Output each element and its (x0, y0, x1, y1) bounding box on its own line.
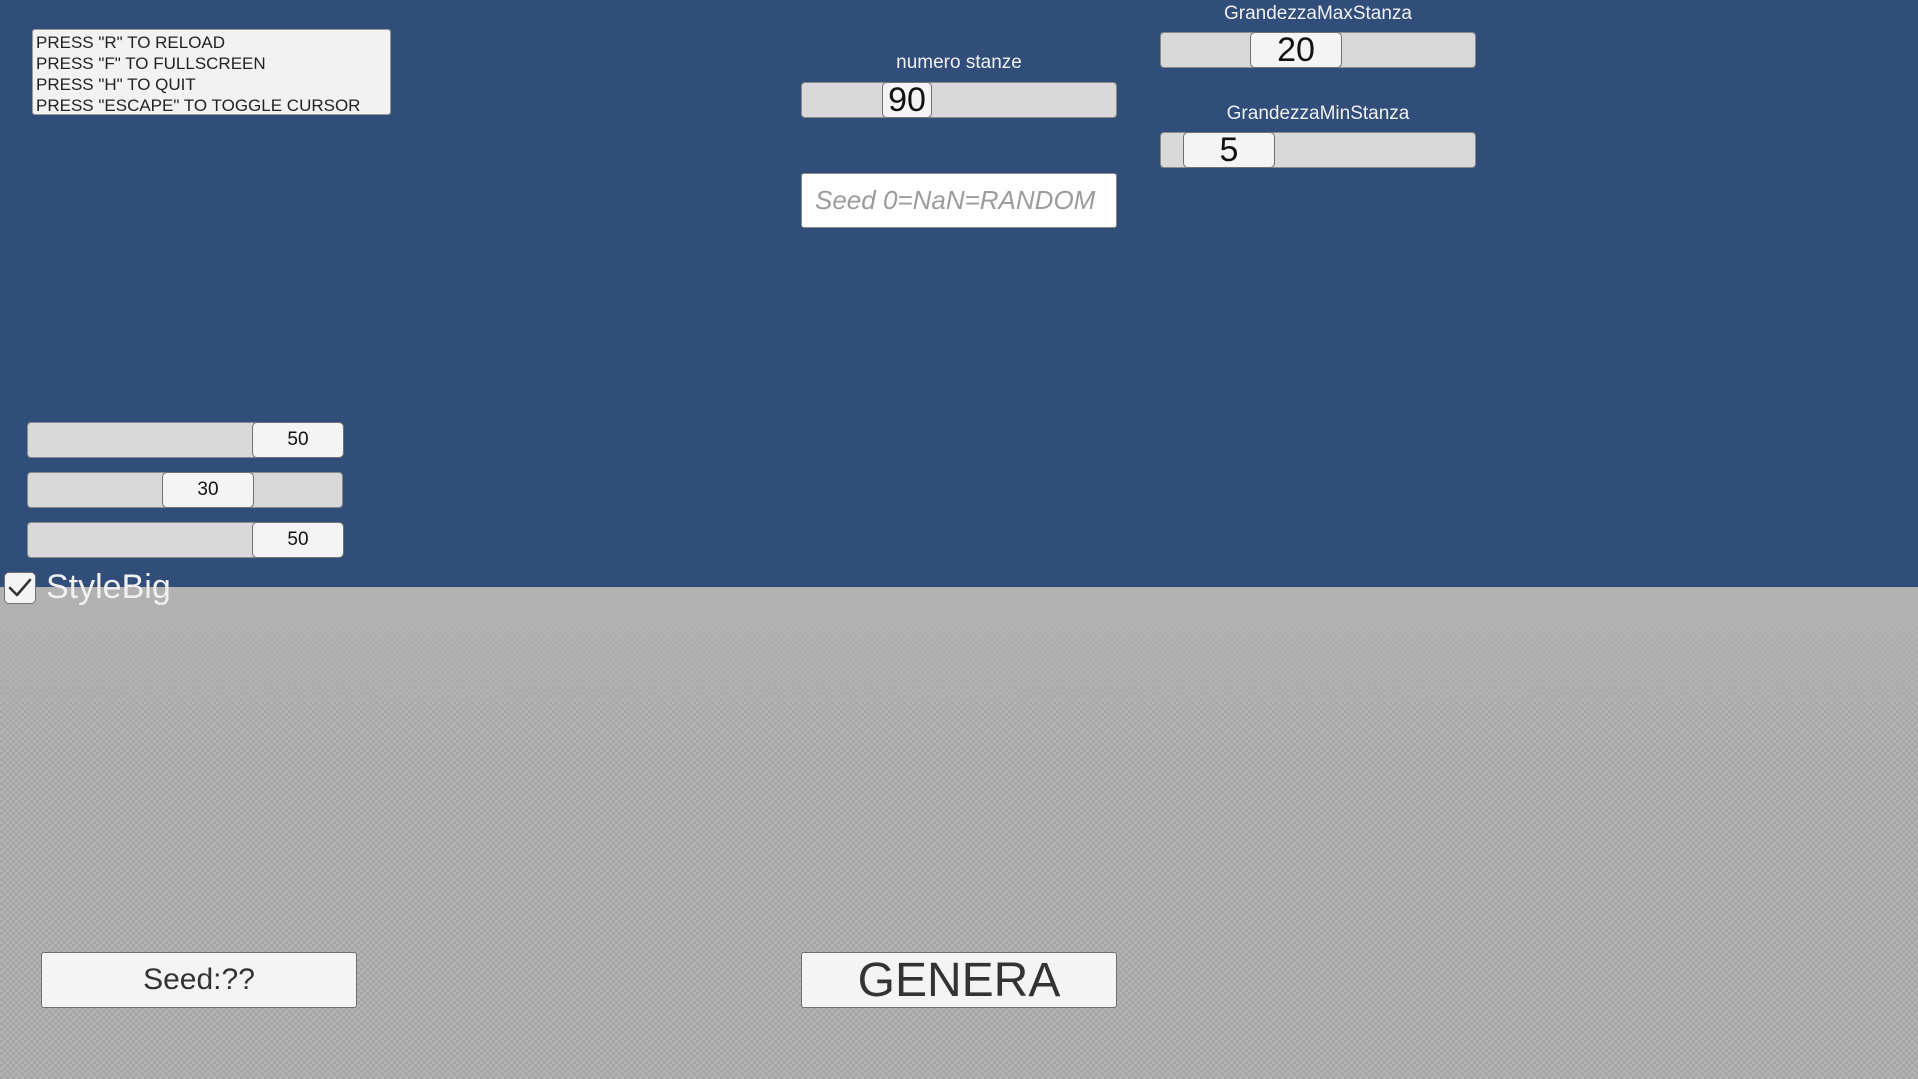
grandezza-min-slider[interactable]: 5 (1160, 131, 1476, 169)
help-line-fullscreen: PRESS "F" TO FULLSCREEN (36, 54, 266, 73)
style-big-checkbox[interactable] (4, 571, 36, 604)
grandezza-max-thumb[interactable]: 20 (1250, 31, 1342, 69)
help-line-cursor: PRESS "ESCAPE" TO TOGGLE CURSOR (36, 96, 361, 115)
checkmark-icon (8, 578, 32, 596)
left-slider-1-thumb[interactable]: 50 (252, 422, 344, 458)
left-slider-2[interactable]: 30 (27, 472, 343, 508)
grandezza-max-label: GrandezzaMaxStanza (1224, 3, 1412, 24)
left-slider-1[interactable]: 50 (27, 422, 344, 458)
grandezza-min-thumb[interactable]: 5 (1183, 131, 1275, 169)
left-slider-3[interactable]: 50 (27, 522, 344, 558)
left-slider-2-thumb[interactable]: 30 (162, 472, 254, 508)
numero-stanze-thumb[interactable]: 90 (882, 81, 932, 119)
grandezza-min-label: GrandezzaMinStanza (1226, 103, 1410, 124)
genera-button[interactable]: GENERA (801, 952, 1117, 1008)
style-big-label: StyleBig (46, 568, 171, 606)
seed-button[interactable]: Seed:?? (41, 952, 357, 1008)
help-box: PRESS "R" TO RELOAD PRESS "F" TO FULLSCR… (32, 29, 391, 115)
style-big-toggle[interactable]: StyleBig (4, 568, 171, 607)
grandezza-max-slider[interactable]: 20 (1160, 31, 1476, 69)
numero-stanze-slider[interactable]: 90 (801, 81, 1117, 119)
left-slider-3-thumb[interactable]: 50 (252, 522, 344, 558)
numero-stanze-label: numero stanze (896, 52, 1022, 73)
seed-input[interactable] (801, 173, 1117, 228)
help-line-reload: PRESS "R" TO RELOAD (36, 33, 226, 52)
help-line-quit: PRESS "H" TO QUIT (36, 75, 196, 94)
